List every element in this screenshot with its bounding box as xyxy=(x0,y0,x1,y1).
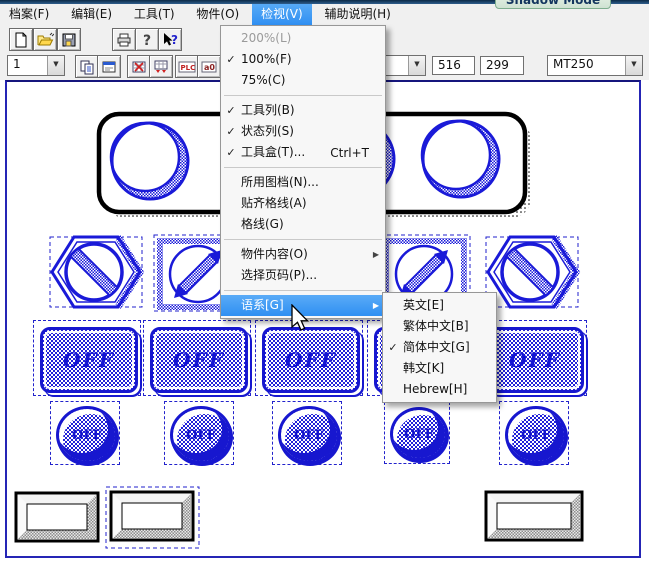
height-field[interactable]: 299 xyxy=(480,56,524,75)
menu-object[interactable]: 物件(O) xyxy=(187,4,248,25)
grid-import-button[interactable] xyxy=(149,55,173,78)
page-selector-value: 1 xyxy=(8,56,47,75)
window-object-button[interactable] xyxy=(97,55,121,78)
menu-item-toolbar[interactable]: ✓ 工具列(B) xyxy=(221,100,385,121)
button-label: OFF xyxy=(404,427,434,442)
save-file-icon xyxy=(61,32,77,48)
hex-switch-2[interactable] xyxy=(482,231,582,315)
button-label: OFF xyxy=(72,428,102,443)
shadow-mode-button[interactable]: Shadow Mode xyxy=(495,0,611,9)
svg-text:PLC: PLC xyxy=(181,64,196,72)
checkmark-icon: ✓ xyxy=(383,341,403,354)
bevel-rect-2[interactable] xyxy=(105,486,201,550)
dropdown-arrow-icon[interactable]: ▼ xyxy=(408,56,425,75)
copy-page-button[interactable] xyxy=(75,55,99,78)
button-label: OFF xyxy=(294,428,324,443)
menu-item-statusbar[interactable]: ✓ 状态列(S) xyxy=(221,121,385,142)
grid-cut-button[interactable] xyxy=(127,55,151,78)
menu-item-select-page[interactable]: 选择页码(P)... xyxy=(221,265,385,286)
save-file-button[interactable] xyxy=(57,28,81,51)
button-label: OFF xyxy=(509,348,561,372)
menu-separator xyxy=(224,95,382,96)
bevel-rect-1[interactable] xyxy=(14,491,104,547)
off-button-round-4[interactable]: OFF xyxy=(384,402,450,464)
button-label: OFF xyxy=(173,348,225,372)
off-button-round-2[interactable]: OFF xyxy=(164,401,234,465)
width-field[interactable]: 516 xyxy=(432,56,475,75)
mouse-cursor-icon xyxy=(290,304,312,334)
off-button-rect-1[interactable]: OFF xyxy=(33,320,141,396)
dropdown-arrow-icon[interactable]: ▼ xyxy=(47,56,64,75)
menu-item-simplified-chinese[interactable]: ✓ 简体中文[G] xyxy=(383,337,496,358)
dropdown-arrow-icon[interactable]: ▼ xyxy=(625,56,642,75)
off-button-round-5[interactable]: OFF xyxy=(499,401,569,465)
grid-cut-icon xyxy=(131,59,147,75)
submenu-arrow-icon: ▶ xyxy=(373,295,379,316)
model-selector[interactable]: MT250 ▼ xyxy=(547,55,643,76)
menu-item-used-pictures[interactable]: 所用图档(N)... xyxy=(221,172,385,193)
menu-item-grid[interactable]: 格线(G) xyxy=(221,214,385,235)
menu-item-toolbox[interactable]: ✓ 工具盒(T)... Ctrl+T xyxy=(221,142,385,163)
checkmark-icon: ✓ xyxy=(221,146,241,159)
checkmark-icon: ✓ xyxy=(221,53,241,66)
text-tool-button[interactable]: a0 xyxy=(197,55,221,78)
view-menu-panel: 200%(L) ✓ 100%(F) 75%(C) ✓ 工具列(B) ✓ 状态列(… xyxy=(220,25,386,319)
print-button[interactable] xyxy=(112,28,136,51)
svg-text:a0: a0 xyxy=(204,63,215,72)
plc-button[interactable]: PLC xyxy=(175,55,199,78)
menu-item-zoom-100[interactable]: ✓ 100%(F) xyxy=(221,49,385,70)
menu-view[interactable]: 检视(V) xyxy=(252,4,312,25)
menu-separator xyxy=(224,167,382,168)
checkmark-icon: ✓ xyxy=(221,104,241,117)
menu-item-korean[interactable]: 韩文[K] xyxy=(383,358,496,379)
copy-page-icon xyxy=(79,59,95,75)
print-icon xyxy=(116,32,132,48)
window-object-icon xyxy=(101,59,117,75)
plc-icon: PLC xyxy=(178,59,196,75)
svg-text:?: ? xyxy=(171,33,178,47)
new-file-button[interactable] xyxy=(9,28,33,51)
button-label: OFF xyxy=(63,348,115,372)
button-label: OFF xyxy=(285,348,337,372)
menu-item-snap-grid[interactable]: 贴齐格线(A) xyxy=(221,193,385,214)
menu-item-zoom-75[interactable]: 75%(C) xyxy=(221,70,385,91)
language-submenu-panel: 英文[E] 繁体中文[B] ✓ 简体中文[G] 韩文[K] Hebrew[H] xyxy=(382,292,497,403)
off-button-round-3[interactable]: OFF xyxy=(272,401,342,465)
menu-item-object-attributes[interactable]: 物件内容(O) ▶ xyxy=(221,244,385,265)
menu-item-zoom-200: 200%(L) xyxy=(221,28,385,49)
menu-edit[interactable]: 编辑(E) xyxy=(62,4,121,25)
new-file-icon xyxy=(13,32,29,48)
page-selector[interactable]: 1 ▼ xyxy=(7,55,65,76)
submenu-arrow-icon: ▶ xyxy=(373,244,379,265)
off-button-rect-2[interactable]: OFF xyxy=(143,320,251,396)
grid-import-icon xyxy=(153,59,169,75)
menu-help[interactable]: 辅助说明(H) xyxy=(315,4,399,25)
help-icon: ? xyxy=(140,32,154,48)
shortcut-label: Ctrl+T xyxy=(330,146,369,160)
button-label: OFF xyxy=(186,428,216,443)
menu-item-hebrew[interactable]: Hebrew[H] xyxy=(383,379,496,400)
button-label: OFF xyxy=(521,428,551,443)
application-window: Shadow Mode 档案(F) 编辑(E) 工具(T) 物件(O) 检视(V… xyxy=(0,0,649,563)
off-button-round-1[interactable]: OFF xyxy=(50,401,120,465)
menu-item-traditional-chinese[interactable]: 繁体中文[B] xyxy=(383,316,496,337)
svg-text:?: ? xyxy=(143,33,151,48)
about-help-button[interactable]: ? xyxy=(135,28,159,51)
hex-switch-1[interactable] xyxy=(46,231,146,315)
open-file-button[interactable] xyxy=(33,28,57,51)
text-tool-icon: a0 xyxy=(201,59,217,75)
bevel-rect-3[interactable] xyxy=(484,490,588,546)
menu-separator xyxy=(224,290,382,291)
open-file-icon xyxy=(37,32,54,48)
menu-separator xyxy=(224,239,382,240)
menu-tools[interactable]: 工具(T) xyxy=(125,4,184,25)
menu-item-english[interactable]: 英文[E] xyxy=(383,295,496,316)
context-help-button[interactable]: ? xyxy=(158,28,182,51)
checkmark-icon: ✓ xyxy=(221,125,241,138)
context-help-icon: ? xyxy=(162,32,179,48)
model-selector-value: MT250 xyxy=(548,56,625,75)
menu-file[interactable]: 档案(F) xyxy=(0,4,58,25)
